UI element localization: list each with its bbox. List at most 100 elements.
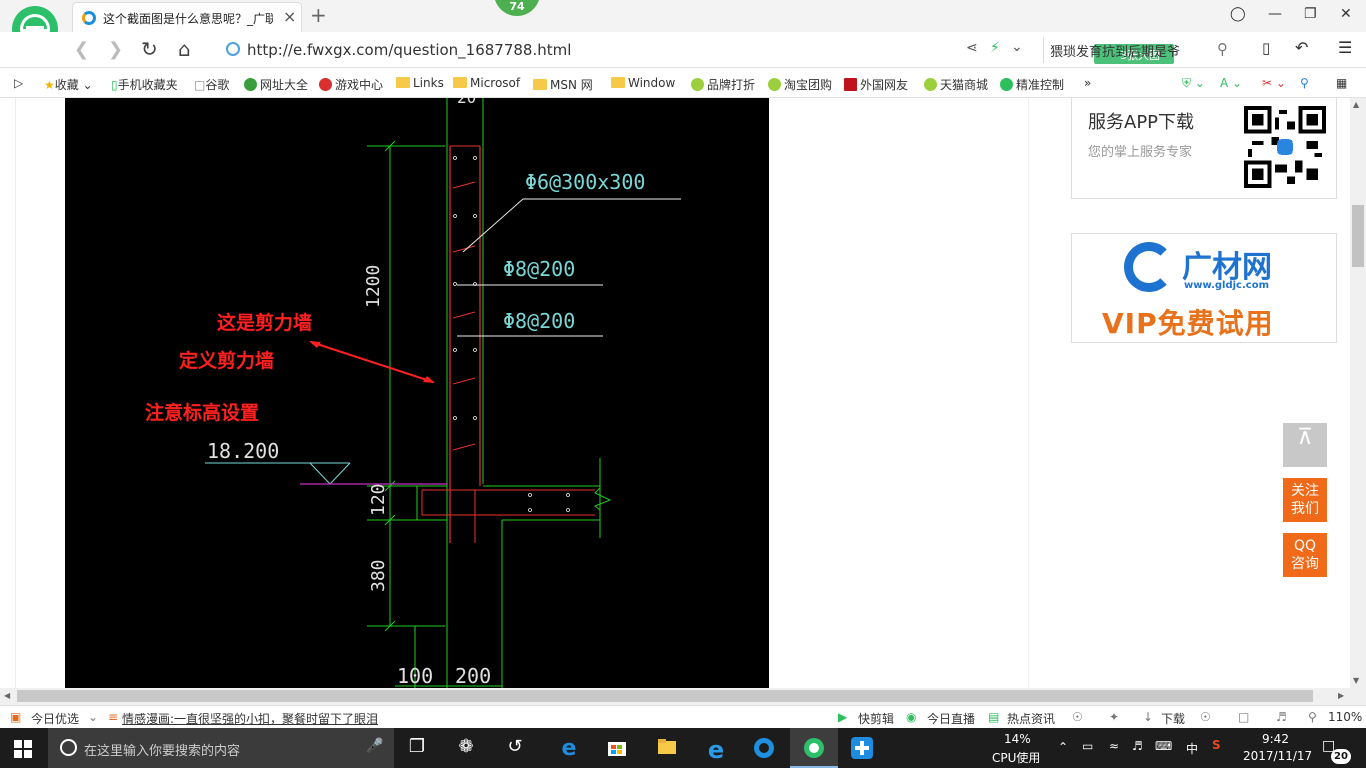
pinwheel-icon[interactable]: ❁: [454, 736, 478, 760]
bookmark-item-mobile[interactable]: ▯手机收藏夹: [111, 76, 178, 93]
hot-news-link[interactable]: 热点资讯: [1007, 710, 1055, 727]
bookmark-item-games[interactable]: 游戏中心: [319, 76, 383, 93]
bookmark-item-links[interactable]: Links: [396, 76, 444, 90]
tab-close-button[interactable]: ×: [283, 7, 296, 26]
clock-time[interactable]: 9:42: [1262, 732, 1289, 746]
chevron-down-icon[interactable]: ⌄: [1011, 39, 1023, 55]
lightning-icon[interactable]: ⚡: [990, 40, 1000, 56]
pin-icon[interactable]: ✦: [1109, 710, 1119, 724]
home-icon[interactable]: ⌂: [178, 37, 191, 61]
close-window-button[interactable]: ✕: [1340, 6, 1352, 22]
zoom-level[interactable]: 110%: [1328, 710, 1362, 724]
translate-icon[interactable]: A ⌄: [1220, 76, 1242, 90]
bookmark-item-windows[interactable]: Window: [611, 76, 675, 90]
clip-icon: ▶: [838, 710, 848, 724]
volume-icon[interactable]: ♬: [1276, 710, 1287, 724]
tray-expand-icon[interactable]: ⌃: [1058, 740, 1068, 754]
minimize-button[interactable]: —: [1268, 6, 1282, 22]
url-field[interactable]: http://e.fwxgx.com/question_1687788.html…: [218, 37, 1174, 64]
scroll-right-icon[interactable]: ▶: [1338, 691, 1344, 700]
bookmark-item-favorites[interactable]: ★收藏 ⌄: [44, 76, 93, 93]
rebar-label-2: Φ8@200: [503, 257, 576, 281]
cad-drawing-image: 这是剪力墙 定义剪力墙 注意标高设置 18.200 Φ6@300x300 Φ8@…: [65, 98, 769, 688]
back-to-top-button[interactable]: ⊼: [1283, 423, 1327, 467]
annotation-shear-wall: 这是剪力墙: [217, 312, 313, 334]
share-icon[interactable]: ⋖: [966, 40, 978, 56]
apps-icon[interactable]: ▦: [1336, 76, 1347, 90]
bookmark-item-tmall[interactable]: 天猫商城: [924, 76, 988, 93]
scroll-down-icon[interactable]: ▼: [1353, 676, 1359, 685]
folder-icon: [453, 77, 467, 88]
bookmark-label: 收藏: [54, 78, 79, 92]
gldjc-logo-icon: [1124, 242, 1174, 292]
annotation-define-wall: 定义剪力墙: [179, 350, 275, 372]
speed-icon[interactable]: ☉: [1072, 710, 1083, 724]
ie-mode-icon[interactable]: ☉: [1200, 710, 1211, 724]
bookmark-label: 天猫商城: [940, 78, 989, 92]
glodon-app-icon[interactable]: [752, 736, 776, 760]
battery-icon[interactable]: ▭: [1082, 739, 1093, 753]
magnifier-icon[interactable]: ⚲: [1300, 76, 1309, 90]
shirt-icon[interactable]: ◯: [1230, 6, 1246, 22]
edge-icon[interactable]: e: [557, 736, 581, 761]
sogou-icon[interactable]: S: [1212, 738, 1221, 752]
bookmark-item-foreign[interactable]: 外国网友: [844, 76, 908, 93]
undo-icon[interactable]: ↶: [1295, 38, 1308, 57]
shield-icon[interactable]: ⛨ ⌄: [1182, 76, 1205, 91]
news-link[interactable]: 情感漫画:一直很坚强的小扣，聚餐时留下了眼泪: [122, 710, 378, 727]
bookmark-item-nav[interactable]: 网址大全: [244, 76, 308, 93]
window-icon[interactable]: □: [1238, 710, 1249, 724]
site-info-icon[interactable]: [226, 42, 240, 56]
ime-indicator[interactable]: 中: [1186, 740, 1198, 757]
windows-start-icon[interactable]: [14, 740, 32, 758]
download-link[interactable]: 下载: [1161, 710, 1185, 727]
today-pick[interactable]: 今日优选: [31, 710, 79, 727]
horizontal-scroll-thumb[interactable]: [17, 690, 1313, 702]
scroll-up-icon[interactable]: ▲: [1353, 100, 1359, 109]
wifi-icon[interactable]: ≈: [1109, 739, 1119, 753]
app-g-icon[interactable]: ↺: [503, 736, 527, 760]
taskbar-search[interactable]: 在这里输入你要搜索的内容 🎤: [48, 728, 394, 768]
menu-icon[interactable]: ☰: [1338, 38, 1352, 57]
store-icon[interactable]: [605, 736, 629, 760]
quick-clip[interactable]: 快剪辑: [858, 710, 894, 727]
cpu-label: CPU使用: [992, 751, 1041, 765]
bookmark-item-msn[interactable]: MSN 网: [533, 76, 593, 93]
scroll-left-icon[interactable]: ◀: [4, 691, 10, 700]
forward-button[interactable]: ❯: [108, 39, 123, 60]
bookmark-item-taobao[interactable]: 淘宝团购: [768, 76, 832, 93]
browser-tab[interactable]: 这个截面图是什么意思呢？_广联 ×: [72, 2, 302, 32]
gldjc-ad-banner[interactable]: 广材网 www.gldjc.com VIP免费试用: [1071, 233, 1337, 343]
vertical-scroll-thumb[interactable]: [1352, 205, 1364, 267]
sidebar-toggle-icon[interactable]: ▷: [14, 76, 23, 90]
bookmark-item-precise[interactable]: 精准控制: [1000, 76, 1064, 93]
reload-icon[interactable]: ↻: [141, 37, 158, 61]
microphone-icon[interactable]: 🎤: [366, 738, 383, 754]
more-bookmarks-icon[interactable]: »: [1084, 76, 1091, 90]
search-icon[interactable]: ⚲: [1217, 40, 1228, 58]
badge-counter[interactable]: 74: [494, 0, 540, 16]
app-download-card[interactable]: 服务APP下载 您的掌上服务专家: [1071, 98, 1337, 199]
new-tab-button[interactable]: +: [310, 3, 327, 27]
bookmark-item-google[interactable]: □谷歌: [194, 76, 229, 93]
speaker-icon[interactable]: ♬: [1132, 739, 1143, 753]
mobile-icon[interactable]: ▯: [1262, 39, 1270, 57]
task-view-icon[interactable]: ❐: [405, 736, 429, 760]
clock-date[interactable]: 2017/11/17: [1243, 749, 1312, 763]
search-suggestion[interactable]: 猥琐发育抗到后期是爷: [1050, 41, 1180, 60]
vertical-scrollbar[interactable]: ▲ ▼: [1350, 98, 1366, 688]
live-link[interactable]: 今日直播: [927, 710, 975, 727]
qq-consult-button[interactable]: QQ咨询: [1283, 533, 1327, 577]
file-explorer-icon[interactable]: [655, 736, 679, 760]
plus-app-icon[interactable]: [850, 736, 874, 760]
back-button[interactable]: ❮: [74, 39, 89, 60]
chevron-down-icon[interactable]: ⌄: [88, 710, 98, 724]
bookmark-item-brand[interactable]: 品牌打折: [691, 76, 755, 93]
active-browser-task[interactable]: [790, 728, 838, 768]
ie-icon[interactable]: e: [704, 736, 728, 764]
bookmark-item-microsoft[interactable]: Microsof: [453, 76, 520, 90]
follow-us-button[interactable]: 关注我们: [1283, 478, 1327, 522]
keyboard-icon[interactable]: ⌨: [1155, 739, 1172, 753]
scissors-icon[interactable]: ✂ ⌄: [1262, 76, 1286, 90]
restore-button[interactable]: ❐: [1304, 6, 1317, 22]
